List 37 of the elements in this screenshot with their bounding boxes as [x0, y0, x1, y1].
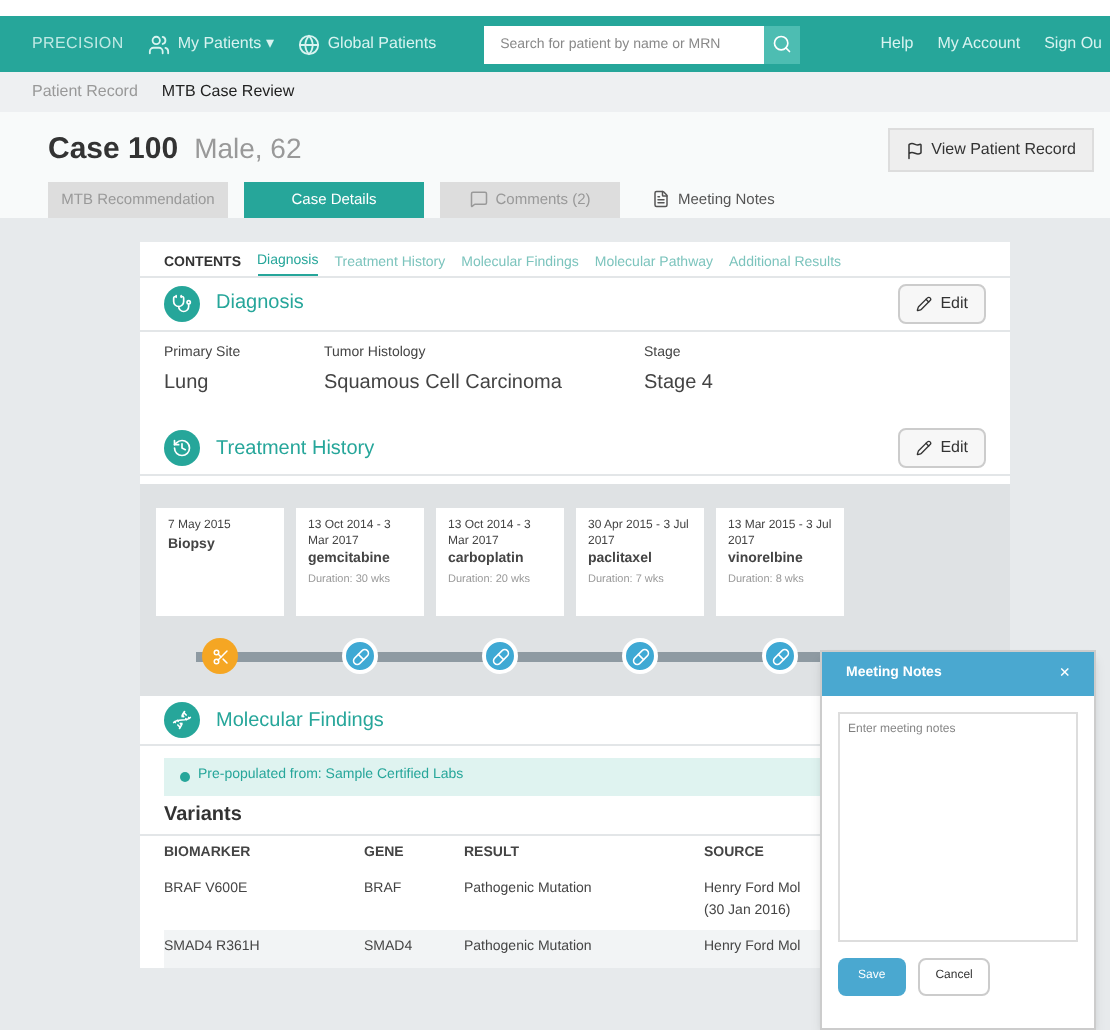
pill-marker-icon[interactable] [342, 638, 378, 674]
nav-link[interactable]: Sign Ou [1044, 32, 1102, 56]
section-title: Diagnosis [216, 290, 304, 318]
case-title: Case 100 [48, 130, 179, 170]
pill-marker-icon[interactable] [622, 638, 658, 674]
nav-link[interactable]: Help [880, 32, 914, 56]
pencil-icon [916, 295, 933, 311]
field-value: Lung [164, 370, 211, 398]
edit-button[interactable]: Edit [898, 428, 986, 468]
globe-icon [297, 33, 320, 55]
comment-icon [469, 190, 488, 208]
view-record-button[interactable]: View Patient Record [887, 128, 1094, 173]
search-button[interactable] [764, 25, 801, 63]
nav-link[interactable]: My Account [937, 32, 1021, 56]
users-icon [147, 33, 170, 55]
nav-link[interactable]: Global Patients [297, 32, 437, 56]
close-button[interactable]: × [1059, 660, 1070, 688]
edit-button[interactable]: Edit [898, 283, 986, 323]
pencil-icon [916, 440, 933, 456]
field-value: Stage 4 [644, 370, 713, 398]
logo[interactable]: PRECISION [32, 32, 124, 56]
breadcrumb-item[interactable]: Patient Record [32, 80, 138, 104]
flag-icon [905, 141, 924, 160]
section-icon [164, 430, 200, 466]
section-title: Molecular Findings [216, 707, 384, 735]
pill-marker-icon[interactable] [762, 638, 798, 674]
nav-link[interactable]: My Patients ▾ [147, 32, 274, 56]
section-title: Treatment History [216, 435, 375, 463]
breadcrumb-item[interactable]: MTB Case Review [161, 80, 295, 104]
search-icon [772, 34, 793, 54]
section-icon [164, 285, 200, 321]
pill-marker-icon[interactable] [482, 638, 518, 674]
section-icon [164, 702, 200, 738]
notes-icon [652, 190, 670, 208]
procedure-marker-icon[interactable] [202, 638, 238, 674]
patient-info: Male, 62 [194, 130, 302, 168]
field-value: Squamous Cell Carcinoma [324, 370, 564, 398]
